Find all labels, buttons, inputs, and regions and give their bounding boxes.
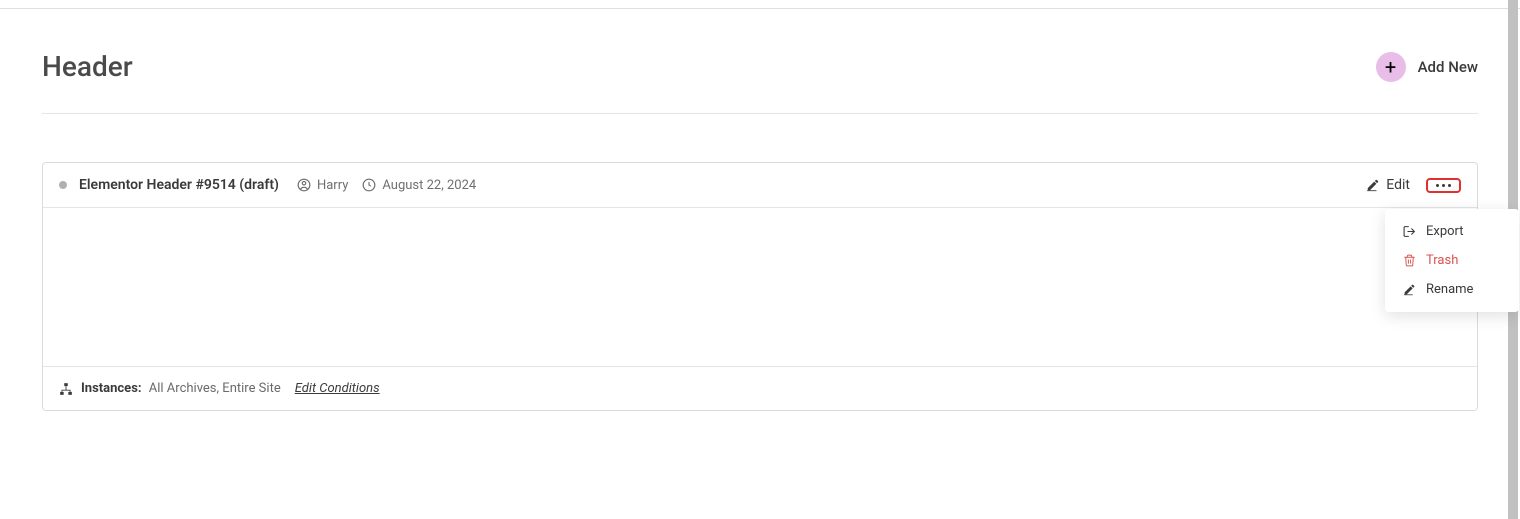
- add-new-button[interactable]: + Add New: [1376, 52, 1478, 82]
- template-title[interactable]: Elementor Header #9514 (draft): [79, 177, 279, 193]
- export-label: Export: [1426, 224, 1464, 239]
- date-meta: August 22, 2024: [362, 178, 476, 193]
- card-footer: Instances: All Archives, Entire Site Edi…: [43, 366, 1477, 410]
- edit-button[interactable]: Edit: [1366, 177, 1410, 193]
- card-header: Elementor Header #9514 (draft) Harry Aug…: [43, 163, 1477, 208]
- trash-label: Trash: [1426, 253, 1458, 268]
- main-content: Header + Add New Elementor Header #9514 …: [0, 0, 1520, 411]
- rename-option[interactable]: Rename: [1385, 275, 1519, 304]
- instances-label: Instances: All Archives, Entire Site: [59, 381, 281, 396]
- top-divider: [0, 8, 1520, 9]
- instances-key: Instances:: [81, 381, 142, 396]
- more-options-button[interactable]: [1426, 178, 1461, 193]
- instances-value: All Archives, Entire Site: [149, 381, 281, 396]
- edit-label: Edit: [1386, 177, 1410, 193]
- sitemap-icon: [59, 382, 73, 396]
- clock-icon: [362, 178, 376, 192]
- plus-icon: +: [1376, 52, 1406, 82]
- more-options-dropdown: Export Trash Rename: [1385, 209, 1519, 312]
- rename-icon: [1403, 283, 1416, 296]
- pencil-icon: [1366, 178, 1380, 192]
- add-new-label: Add New: [1418, 58, 1478, 76]
- template-card: Elementor Header #9514 (draft) Harry Aug…: [42, 162, 1478, 411]
- edit-conditions-link[interactable]: Edit Conditions: [295, 381, 380, 396]
- date-text: August 22, 2024: [382, 178, 476, 193]
- trash-icon: [1403, 254, 1416, 267]
- page-header: Header + Add New: [42, 50, 1478, 114]
- author-meta: Harry: [297, 178, 348, 193]
- status-dot-icon: [59, 181, 67, 189]
- page-title: Header: [42, 50, 133, 83]
- dots-icon: [1436, 184, 1451, 187]
- trash-option[interactable]: Trash: [1385, 246, 1519, 275]
- user-icon: [297, 178, 311, 192]
- export-icon: [1403, 225, 1416, 238]
- rename-label: Rename: [1426, 282, 1473, 297]
- card-body: [43, 208, 1477, 366]
- author-name: Harry: [317, 178, 348, 193]
- export-option[interactable]: Export: [1385, 217, 1519, 246]
